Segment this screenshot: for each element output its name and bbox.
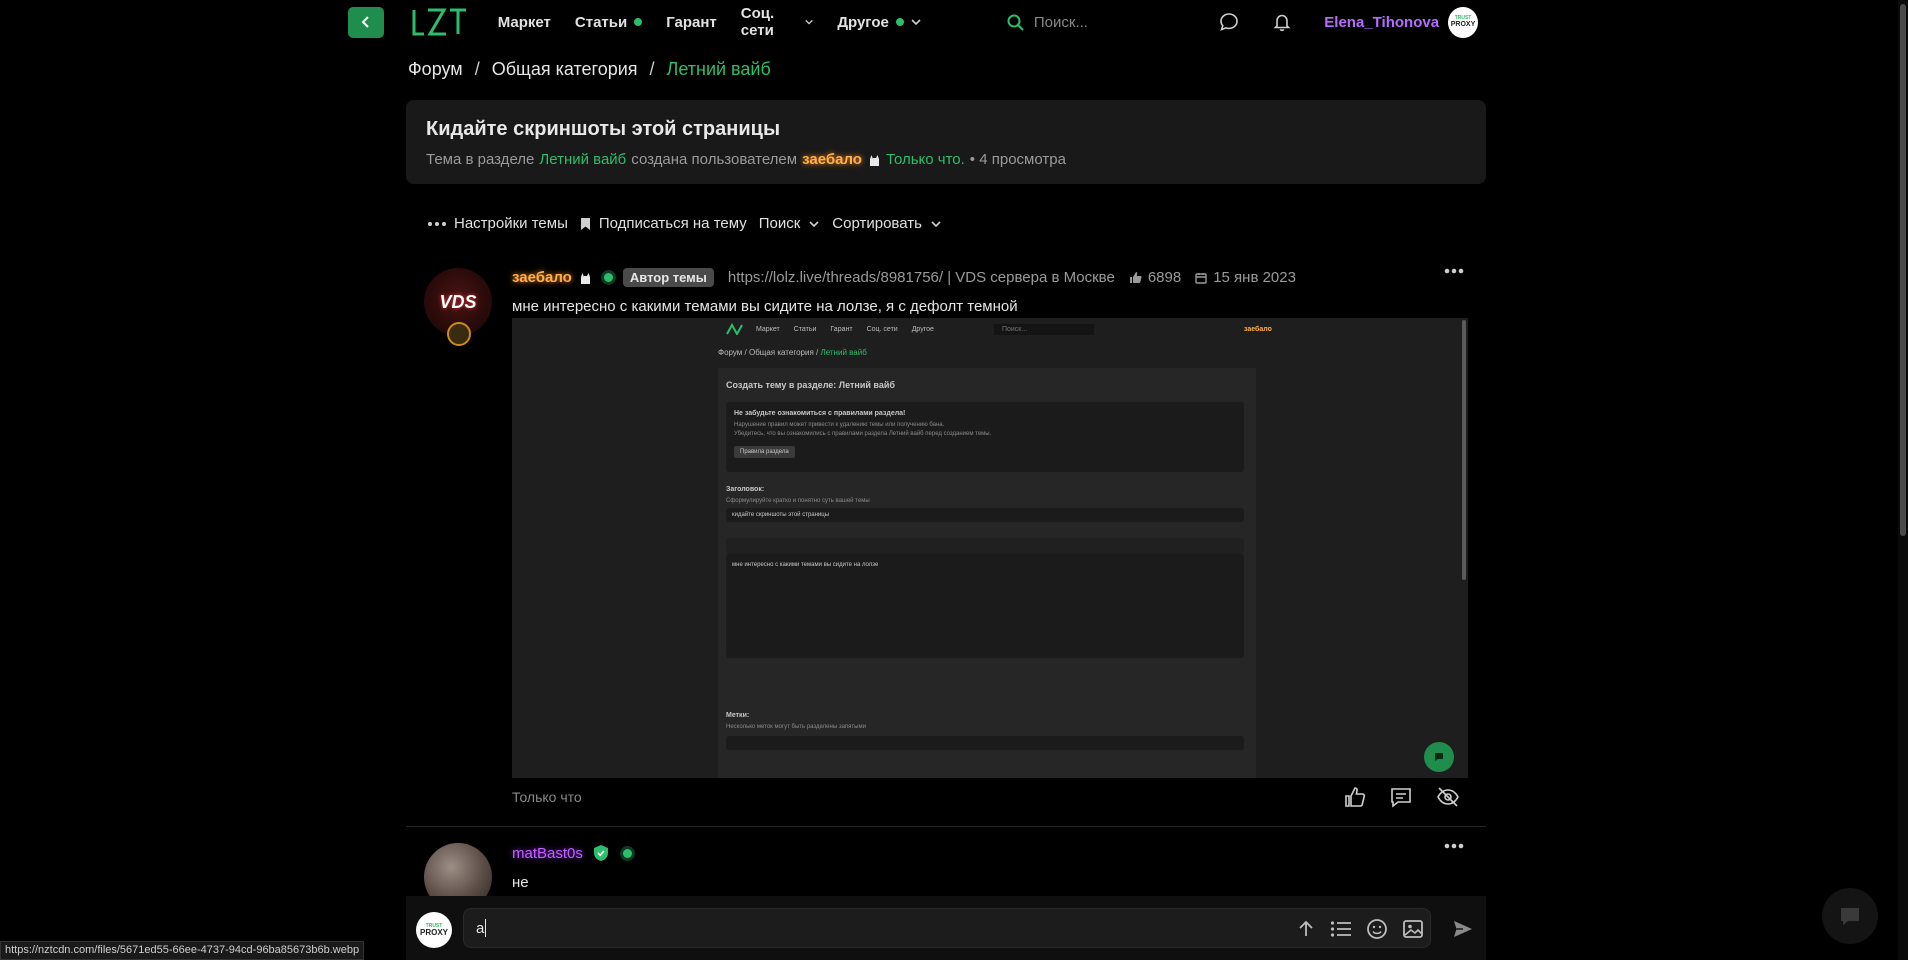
reply-author-name[interactable]: matBast0s bbox=[512, 845, 583, 862]
rock-hand-icon bbox=[580, 272, 590, 284]
more-dots-icon bbox=[1444, 843, 1464, 849]
post-actions bbox=[1344, 786, 1460, 808]
composer-tools bbox=[1296, 918, 1424, 940]
chevron-down-icon bbox=[931, 220, 941, 227]
image-scrollbar[interactable] bbox=[1462, 320, 1466, 580]
author-tag: Автор темы bbox=[622, 268, 714, 287]
bell-icon[interactable] bbox=[1272, 12, 1292, 32]
chat-icon bbox=[1424, 742, 1454, 772]
chevron-down-icon bbox=[805, 19, 813, 25]
thread-settings-button[interactable]: Настройки темы bbox=[428, 215, 568, 232]
send-button[interactable] bbox=[1452, 918, 1474, 940]
reply-icon[interactable] bbox=[1390, 786, 1412, 808]
thread-time-link[interactable]: Только что. bbox=[886, 151, 965, 168]
chevron-down-icon bbox=[911, 19, 921, 26]
user-badge-icon bbox=[447, 322, 471, 346]
status-bar-url: https://nztcdn.com/files/5671ed55-66ee-4… bbox=[0, 941, 365, 960]
composer-avatar: TRUST PROXY bbox=[416, 912, 452, 948]
likes-count: 6898 bbox=[1129, 269, 1181, 286]
nav-market[interactable]: Маркет bbox=[498, 14, 551, 31]
bookmark-icon bbox=[580, 217, 590, 230]
chevron-left-icon bbox=[361, 16, 369, 28]
reply-menu-button[interactable] bbox=[1444, 843, 1464, 849]
registration-date: 15 янв 2023 bbox=[1195, 269, 1296, 286]
thread-author-link[interactable]: заебало bbox=[802, 151, 862, 168]
breadcrumb: Форум / Общая категория / Летний вайб bbox=[408, 59, 771, 80]
breadcrumb-current[interactable]: Летний вайб bbox=[667, 59, 771, 80]
post-menu-button[interactable] bbox=[1444, 268, 1464, 274]
new-indicator-dot bbox=[895, 18, 904, 26]
search-icon bbox=[1007, 14, 1024, 31]
hide-eye-icon[interactable] bbox=[1436, 786, 1460, 808]
thread-meta: Тема в разделе Летний вайб создана польз… bbox=[426, 151, 1066, 168]
calendar-icon bbox=[1195, 272, 1207, 284]
chat-bubble-icon[interactable] bbox=[1219, 12, 1239, 32]
chevron-down-icon bbox=[809, 220, 819, 227]
mini-logo-icon bbox=[726, 323, 743, 335]
shield-icon bbox=[593, 845, 608, 861]
back-button[interactable] bbox=[348, 6, 384, 38]
screenshot-panel: Создать тему в разделе: Летний вайб Не з… bbox=[718, 368, 1256, 778]
thread-header: Кидайте скриншоты этой страницы Тема в р… bbox=[406, 100, 1486, 184]
chat-icon bbox=[1841, 908, 1859, 925]
nav-social[interactable]: Соц. сети bbox=[741, 5, 814, 39]
thread-search-dropdown[interactable]: Поиск bbox=[759, 215, 821, 232]
thumbs-up-icon bbox=[1129, 272, 1142, 283]
image-upload-icon[interactable] bbox=[1402, 918, 1424, 940]
breadcrumb-separator: / bbox=[474, 59, 480, 79]
nav-articles[interactable]: Статьи bbox=[575, 14, 643, 31]
subscribe-button[interactable]: Подписаться на тему bbox=[580, 215, 747, 232]
thread-title: Кидайте скриншоты этой страницы bbox=[426, 118, 781, 140]
post-divider bbox=[406, 826, 1486, 827]
online-indicator bbox=[603, 273, 613, 282]
post-header: заебало Автор темы https://lolz.live/thr… bbox=[512, 268, 1472, 287]
reply-input[interactable]: a bbox=[463, 908, 1431, 948]
online-indicator bbox=[622, 848, 632, 858]
top-navigation: Маркет Статьи Гарант Соц. сети Другое По… bbox=[348, 0, 1478, 44]
thread-toolbar: Настройки темы Подписаться на тему Поиск… bbox=[428, 215, 954, 232]
reply-header: matBast0s bbox=[512, 844, 632, 862]
list-icon[interactable] bbox=[1330, 919, 1352, 939]
breadcrumb-forum[interactable]: Форум bbox=[408, 59, 463, 80]
reply-body-text: не bbox=[512, 874, 529, 891]
new-indicator-dot bbox=[634, 18, 643, 26]
user-signature-link[interactable]: https://lolz.live/threads/8981756/ | VDS… bbox=[728, 269, 1115, 286]
post-attached-image[interactable]: Маркет Статьи Гарант Соц. сети Другое По… bbox=[512, 318, 1468, 778]
screenshot-nav: Маркет Статьи Гарант Соц. сети Другое По… bbox=[512, 318, 1468, 340]
floating-chat-button[interactable] bbox=[1822, 888, 1878, 944]
nav-garant[interactable]: Гарант bbox=[666, 14, 717, 31]
user-avatar[interactable]: TRUST PROXY bbox=[1448, 6, 1478, 38]
rock-hand-icon bbox=[869, 154, 879, 166]
sort-dropdown[interactable]: Сортировать bbox=[832, 215, 942, 232]
more-dots-icon bbox=[1444, 268, 1464, 274]
page-scrollbar-thumb[interactable] bbox=[1900, 4, 1906, 536]
post-body-text: мне интересно с какими темами вы сидите … bbox=[512, 298, 1018, 315]
breadcrumb-category[interactable]: Общая категория bbox=[492, 59, 638, 80]
post-author-name[interactable]: заебало bbox=[512, 269, 572, 286]
search-input[interactable]: Поиск... bbox=[1007, 14, 1219, 31]
current-username[interactable]: Elena_Tihonova bbox=[1324, 14, 1439, 31]
post-timestamp[interactable]: Только что bbox=[512, 789, 582, 805]
like-icon[interactable] bbox=[1344, 786, 1366, 808]
arrow-up-icon[interactable] bbox=[1296, 919, 1316, 939]
site-logo[interactable] bbox=[411, 7, 469, 37]
more-dots-icon bbox=[428, 221, 446, 226]
views-count: • 4 просмотра bbox=[969, 151, 1066, 168]
breadcrumb-separator: / bbox=[649, 59, 655, 79]
send-icon bbox=[1454, 921, 1472, 937]
nav-other[interactable]: Другое bbox=[837, 14, 921, 31]
search-placeholder: Поиск... bbox=[1033, 13, 1088, 31]
section-link[interactable]: Летний вайб bbox=[539, 151, 626, 168]
emoji-icon[interactable] bbox=[1366, 918, 1388, 940]
